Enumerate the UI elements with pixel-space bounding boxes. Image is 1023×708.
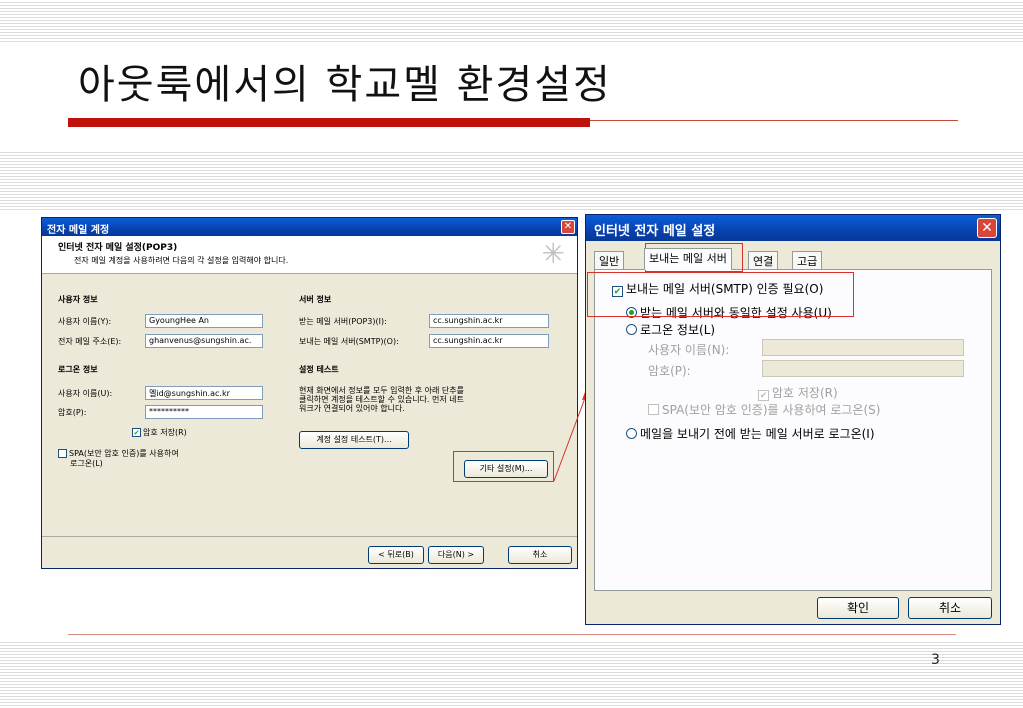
password-label: 암호(P): bbox=[58, 408, 87, 417]
email-label: 전자 메일 주소(E): bbox=[58, 337, 122, 346]
user-info-heading: 사용자 정보 bbox=[58, 295, 98, 304]
background-stripes-mid bbox=[0, 150, 1023, 210]
password-label: 암호(P): bbox=[648, 364, 691, 378]
spa-checkbox[interactable]: SPA(보안 암호 인증)를 사용하여 로그온(S) bbox=[648, 401, 880, 418]
background-stripes-bottom bbox=[0, 640, 1023, 708]
remember-password-checkbox[interactable]: ✔ 암호 저장(R) bbox=[758, 384, 838, 401]
name-label: 사용자 이름(Y): bbox=[58, 317, 112, 326]
incoming-server-input[interactable]: cc.sungshin.ac.kr bbox=[429, 314, 549, 328]
radio-unselected-icon bbox=[626, 428, 637, 439]
test-text-line2: 클릭하면 계정을 테스트할 수 있습니다. 먼저 네트 bbox=[299, 395, 464, 404]
title-underline-bar bbox=[68, 118, 590, 127]
dialog1-header: 인터넷 전자 메일 설정(POP3) 전자 메일 계정을 사용하려면 다음의 각… bbox=[42, 236, 577, 274]
cancel-button[interactable]: 취소 bbox=[908, 597, 992, 619]
spa-label-line2: 로그온(L) bbox=[70, 459, 103, 468]
dialog1-titlebar: 전자 메일 계정 ✕ bbox=[42, 218, 577, 236]
outgoing-server-input[interactable]: cc.sungshin.ac.kr bbox=[429, 334, 549, 348]
dialog2-close-icon[interactable]: ✕ bbox=[977, 218, 997, 238]
test-text: 현재 화면에서 정보를 모두 입력한 후 아래 단추를 클릭하면 계정을 테스트… bbox=[299, 386, 464, 413]
background-stripes-top bbox=[0, 0, 1023, 42]
logon-before-send-label: 메일을 보내기 전에 받는 메일 서버로 로그온(I) bbox=[640, 427, 875, 441]
tab-outgoing-server[interactable]: 보내는 메일 서버 bbox=[644, 248, 732, 270]
email-input[interactable]: ghanvenus@sungshin.ac. bbox=[145, 334, 263, 348]
email-account-dialog: 전자 메일 계정 ✕ 인터넷 전자 메일 설정(POP3) 전자 메일 계정을 … bbox=[41, 217, 578, 569]
footer-divider bbox=[42, 536, 577, 537]
checkbox-checked-icon: ✔ bbox=[132, 428, 141, 437]
spa-label: SPA(보안 암호 인증)를 사용하여 로그온(S) bbox=[662, 403, 881, 417]
radio-unselected-icon bbox=[626, 324, 637, 335]
wizard-sparkle-icon: ✳ bbox=[541, 237, 565, 270]
username-label: 사용자 이름(N): bbox=[648, 343, 730, 357]
tab-general[interactable]: 일반 bbox=[594, 251, 625, 269]
test-text-line3: 워크가 연결되어 있어야 합니다. bbox=[299, 404, 405, 413]
username-input[interactable] bbox=[762, 339, 964, 356]
test-text-line1: 현재 화면에서 정보를 모두 입력한 후 아래 단추를 bbox=[299, 386, 464, 395]
spa-label-line1: SPA(보안 암호 인증)를 사용하여 bbox=[69, 449, 179, 458]
checkbox-unchecked-icon bbox=[648, 404, 659, 415]
dialog2-title: 인터넷 전자 메일 설정 bbox=[594, 224, 716, 239]
logon-info-heading: 로그온 정보 bbox=[58, 365, 98, 374]
remember-password-label: 암호 저장(R) bbox=[772, 386, 838, 400]
slide-title: 아웃룩에서의 학교멜 환경설정 bbox=[78, 62, 612, 108]
next-button[interactable]: 다음(N) > bbox=[428, 546, 484, 564]
dialog1-title: 전자 메일 계정 bbox=[47, 225, 110, 236]
cancel-button[interactable]: 취소 bbox=[508, 546, 572, 564]
back-button[interactable]: < 뒤로(B) bbox=[368, 546, 424, 564]
checkbox-checked-icon: ✔ bbox=[758, 390, 769, 401]
footer-line bbox=[68, 634, 956, 635]
tab-advanced[interactable]: 고급 bbox=[792, 251, 823, 269]
highlight-more-settings bbox=[453, 451, 554, 482]
server-info-heading: 서버 정보 bbox=[299, 295, 332, 304]
logon-user-input[interactable]: 멜id@sungshin.ac.kr bbox=[145, 386, 263, 400]
checkbox-unchecked-icon bbox=[58, 449, 67, 458]
highlight-smtp-auth bbox=[587, 272, 854, 317]
logon-user-label: 사용자 이름(U): bbox=[58, 389, 113, 398]
logon-info-label: 로그온 정보(L) bbox=[640, 323, 716, 337]
password-input[interactable]: ********** bbox=[145, 405, 263, 419]
page-number: 3 bbox=[931, 652, 940, 668]
tab-connection[interactable]: 연결 bbox=[748, 251, 779, 269]
ok-button[interactable]: 확인 bbox=[817, 597, 899, 619]
dialog1-close-icon[interactable]: ✕ bbox=[561, 220, 575, 234]
title-underline-thin bbox=[590, 120, 958, 121]
password-input[interactable] bbox=[762, 360, 964, 377]
dialog1-header-subtitle: 전자 메일 계정을 사용하려면 다음의 각 설정을 입력해야 합니다. bbox=[74, 256, 289, 265]
name-input[interactable]: GyoungHee An bbox=[145, 314, 263, 328]
logon-info-radio[interactable]: 로그온 정보(L) bbox=[626, 321, 715, 338]
dialog2-titlebar: 인터넷 전자 메일 설정 ✕ bbox=[586, 215, 1000, 241]
incoming-server-label: 받는 메일 서버(POP3)(I): bbox=[299, 317, 387, 326]
test-heading: 설정 테스트 bbox=[299, 365, 339, 374]
remember-password-label: 암호 저장(R) bbox=[143, 428, 187, 437]
outgoing-server-label: 보내는 메일 서버(SMTP)(O): bbox=[299, 337, 399, 346]
dialog1-header-title: 인터넷 전자 메일 설정(POP3) bbox=[58, 243, 178, 253]
test-account-button[interactable]: 계정 설정 테스트(T)... bbox=[299, 431, 409, 449]
remember-password-checkbox[interactable]: ✔ 암호 저장(R) bbox=[132, 427, 187, 438]
logon-before-send-radio[interactable]: 메일을 보내기 전에 받는 메일 서버로 로그온(I) bbox=[626, 425, 875, 442]
